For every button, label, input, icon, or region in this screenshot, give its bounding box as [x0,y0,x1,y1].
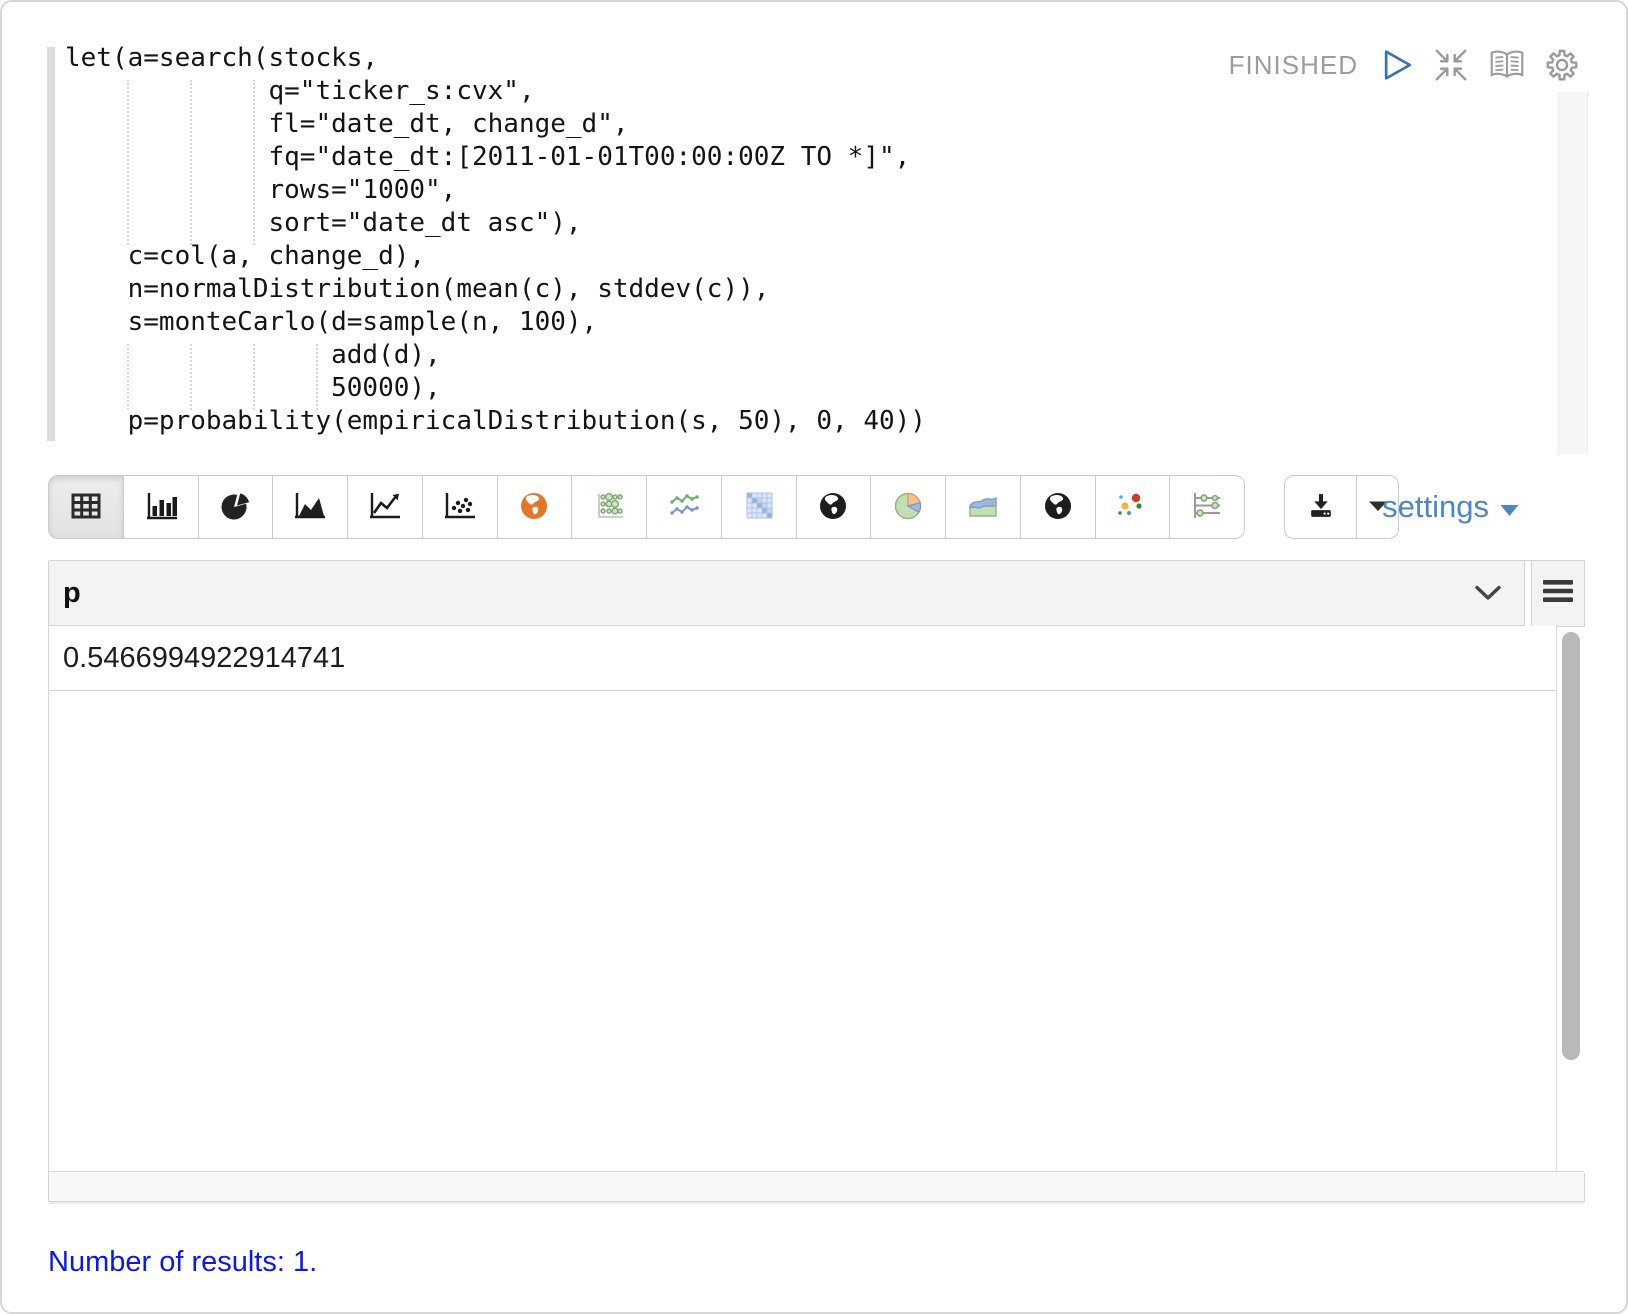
run-icon[interactable] [1381,48,1415,82]
bar-chart-icon [141,489,181,526]
indent-guide [127,80,129,245]
book-icon[interactable] [1487,47,1527,83]
viz-area-pastel-button[interactable] [945,475,1021,539]
editor-gutter [47,47,55,441]
grid-horizontal-scrollbar[interactable] [49,1171,1584,1201]
indent-guide [190,80,192,245]
heatmap-icon [739,489,779,526]
code-editor[interactable]: let(a=search(stocks, q="ticker_s:cvx", f… [2,2,1626,462]
viz-map-button[interactable] [497,475,573,539]
viz-sliders-button[interactable] [1169,475,1245,539]
results-count-text: Number of results: 1. [48,1246,317,1279]
scatter-color-icon [1112,489,1152,526]
editor-scrollbar[interactable] [1558,92,1588,454]
viz-globe-button[interactable] [796,475,872,539]
viz-scatter-chart-button[interactable] [422,475,498,539]
code-text[interactable]: let(a=search(stocks, q="ticker_s:cvx", f… [65,42,926,438]
viz-heatmap-button[interactable] [721,475,797,539]
grid-menu-button[interactable] [1531,561,1584,627]
viz-bubble-grid-button[interactable] [571,475,647,539]
download-icon [1306,491,1336,523]
table-row[interactable]: 0.5466994922914741 [49,626,1556,691]
hamburger-icon [1543,579,1573,608]
multi-line-icon [664,489,704,526]
scatter-chart-icon [440,489,480,526]
status-badge: FINISHED [1229,50,1358,81]
viz-line-chart-button[interactable] [347,475,423,539]
viz-multi-line-button[interactable] [646,475,722,539]
line-chart-icon [365,489,405,526]
column-header-p[interactable]: p [49,561,1525,626]
caret-down-icon [1500,489,1519,525]
viz-area-chart-button[interactable] [272,475,348,539]
area-pastel-icon [963,489,1003,526]
bubble-grid-icon [589,489,629,526]
dark-globe-icon [1038,489,1078,526]
compress-icon[interactable] [1432,46,1470,84]
notebook-paragraph: let(a=search(stocks, q="ticker_s:cvx", f… [0,0,1628,1314]
download-button[interactable] [1284,475,1357,539]
column-menu-button[interactable] [1474,585,1502,602]
viz-table-button[interactable] [48,475,124,539]
viz-pie-pastel-button[interactable] [870,475,946,539]
paragraph-controls: FINISHED [1229,46,1580,84]
indent-guide [190,344,192,410]
column-header-label: p [49,577,81,610]
table-icon [66,489,106,526]
pie-pastel-icon [888,489,928,526]
viz-globe-2-button[interactable] [1020,475,1096,539]
settings-label: settings [1382,489,1489,525]
viz-pie-chart-button[interactable] [198,475,274,539]
gear-icon[interactable] [1544,47,1580,83]
dark-globe-icon [813,489,853,526]
indent-guide [316,344,318,410]
result-table: p 0.5466994922914741 [48,560,1585,1202]
area-chart-icon [290,489,330,526]
cell-value: 0.5466994922914741 [63,642,345,675]
sliders-icon [1187,489,1227,526]
viz-bar-chart-button[interactable] [123,475,199,539]
pie-chart-icon [215,489,255,526]
indent-guide [127,344,129,410]
orange-globe-icon [514,489,554,526]
viz-toolbar: settings [48,475,1584,539]
settings-link[interactable]: settings [1382,475,1519,539]
scrollbar-thumb[interactable] [1562,632,1580,1060]
chart-type-buttons [48,475,1245,539]
indent-guide [253,344,255,410]
indent-guide [253,80,255,245]
grid-vertical-scrollbar[interactable] [1556,627,1585,1173]
viz-scatter-color-button[interactable] [1095,475,1171,539]
